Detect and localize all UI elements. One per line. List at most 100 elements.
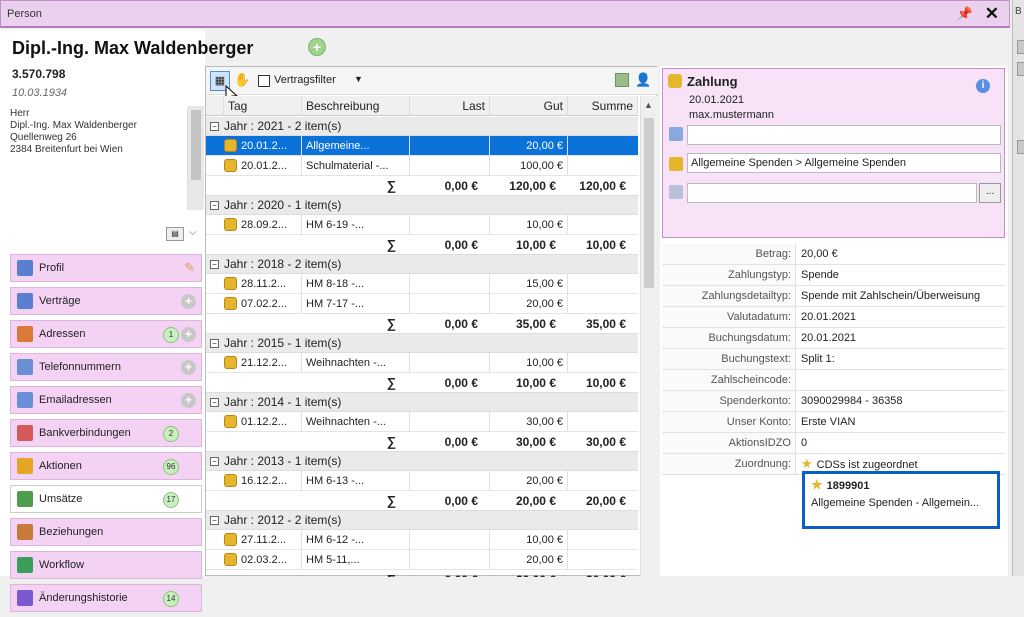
sidebar-item-beziehungen[interactable]: Beziehungen xyxy=(10,518,202,546)
contract-filter-label[interactable]: Vertragsfilter xyxy=(274,74,336,86)
sum-row: ∑ 0,00 € 120,00 € 120,00 € xyxy=(206,176,638,196)
property-value-text: 0 xyxy=(801,437,808,449)
user-icon[interactable]: 👤 xyxy=(635,72,651,88)
group-header-row[interactable]: − Jahr : 2013 - 1 item(s) xyxy=(206,452,638,471)
export-icon[interactable] xyxy=(615,73,629,87)
table-row[interactable]: 02.03.2... HM 5-11,... 20,00 € xyxy=(206,550,638,570)
browse-button[interactable]: ... xyxy=(979,183,1001,203)
sidebar-item-profil[interactable]: Profil ✎ xyxy=(10,254,202,282)
table-row[interactable]: 16.12.2... HM 6-13 -... 20,00 € xyxy=(206,471,638,491)
column-header-beschreibung[interactable]: Beschreibung xyxy=(302,96,410,116)
gut-cell: 20,00 € xyxy=(490,550,568,569)
sidebar-scrollbar[interactable] xyxy=(188,106,204,210)
add-icon[interactable]: + xyxy=(181,393,196,408)
table-row[interactable]: 28.09.2... HM 6-19 -... 10,00 € xyxy=(206,215,638,235)
payment-detail-panel: Zahlung i 20.01.2021 max.mustermann Allg… xyxy=(660,66,1008,576)
column-header-summe[interactable]: Summe xyxy=(568,96,638,116)
property-label: Zahlscheincode: xyxy=(662,370,796,390)
add-icon[interactable]: + xyxy=(181,327,196,342)
sum-gut: 10,00 € xyxy=(515,376,556,390)
transactions-panel: ▦ ✋ Vertragsfilter ▼ 👤 Tag Beschreibung … xyxy=(205,66,658,577)
group-label: Jahr : 2018 - 2 item(s) xyxy=(224,257,342,271)
coins-icon xyxy=(224,159,237,172)
table-row[interactable]: 07.02.2... HM 7-17 -... 20,00 € xyxy=(206,294,638,314)
group-header-row[interactable]: − Jahr : 2014 - 1 item(s) xyxy=(206,393,638,412)
property-value-text: Erste VIAN xyxy=(801,416,856,428)
payment-header-box: Zahlung i 20.01.2021 max.mustermann Allg… xyxy=(662,68,1005,238)
pin-icon[interactable]: 📌 xyxy=(957,6,973,22)
summe-cell xyxy=(568,294,638,313)
chevron-down-icon[interactable]: ⌵ xyxy=(189,227,197,238)
contract-filter-checkbox[interactable] xyxy=(258,75,270,87)
sidebar-item-label: Änderungshistorie xyxy=(39,592,128,604)
collapse-icon[interactable]: − xyxy=(210,200,219,210)
collapse-icon[interactable]: − xyxy=(210,397,219,407)
sidebar-item-bankverbindungen[interactable]: Bankverbindungen 2 xyxy=(10,419,202,447)
property-value: 0 xyxy=(796,433,807,453)
table-row[interactable]: 27.11.2... HM 6-12 -... 10,00 € xyxy=(206,530,638,550)
table-row[interactable]: 20.01.2... Schulmaterial -... 100,00 € xyxy=(206,156,638,176)
sidebar-item-aktionen[interactable]: Aktionen 96 xyxy=(10,452,202,480)
property-row: Valutadatum: 20.01.2021 xyxy=(662,307,1005,328)
sidebar-item-umsätze[interactable]: Umsätze 17 xyxy=(10,485,202,513)
table-row[interactable]: 01.12.2... Weihnachten -... 30,00 € xyxy=(206,412,638,432)
table-row[interactable]: 21.12.2... Weihnachten -... 10,00 € xyxy=(206,353,638,373)
tag-value: 16.12.2... xyxy=(241,474,287,487)
sidebar-item-emailadressen[interactable]: Emailadressen + xyxy=(10,386,202,414)
column-header-tag[interactable]: Tag xyxy=(224,96,302,116)
sidebar-item-änderungshistorie[interactable]: Änderungshistorie 14 xyxy=(10,584,202,612)
info-icon[interactable]: i xyxy=(976,79,990,93)
strip-tab[interactable] xyxy=(1017,62,1024,76)
address-line: Dipl.-Ing. Max Waldenberger xyxy=(10,120,137,131)
description-cell: Allgemeine... xyxy=(302,136,410,155)
group-header-row[interactable]: − Jahr : 2018 - 2 item(s) xyxy=(206,255,638,274)
sum-total: 30,00 € xyxy=(585,435,626,449)
card-view-button[interactable]: ▤ xyxy=(166,227,184,241)
coins-icon xyxy=(668,74,682,88)
description-cell: HM 8-18 -... xyxy=(302,274,410,293)
close-icon[interactable]: ✕ xyxy=(985,4,999,24)
sidebar-item-telefonnummern[interactable]: Telefonnummern + xyxy=(10,353,202,381)
row-spacer xyxy=(206,550,224,569)
payment-field-1[interactable] xyxy=(687,125,1001,145)
strip-tab[interactable] xyxy=(1017,40,1024,54)
assignment-card[interactable]: ★ 1899901 Allgemeine Spenden - Allgemein.… xyxy=(802,471,1000,529)
collapse-icon[interactable]: − xyxy=(210,456,219,466)
collapse-icon[interactable]: − xyxy=(210,259,219,269)
filter-dropdown-icon[interactable]: ▼ xyxy=(354,74,363,84)
sum-last: 0,00 € xyxy=(444,179,478,193)
collapse-icon[interactable]: − xyxy=(210,515,219,525)
group-header-row[interactable]: − Jahr : 2015 - 1 item(s) xyxy=(206,334,638,353)
table-row[interactable]: 20.01.2... Allgemeine... 20,00 € xyxy=(206,136,638,156)
sidebar-item-label: Emailadressen xyxy=(39,394,112,406)
payment-field-3[interactable] xyxy=(687,183,977,203)
summe-cell xyxy=(568,353,638,372)
group-header-row[interactable]: − Jahr : 2020 - 1 item(s) xyxy=(206,196,638,215)
pencil-icon[interactable]: ✎ xyxy=(184,260,195,276)
group-header-row[interactable]: − Jahr : 2021 - 2 item(s) xyxy=(206,117,638,136)
sum-gut: 10,00 € xyxy=(515,238,556,252)
collapse-icon[interactable]: − xyxy=(210,338,219,348)
sidebar-item-adressen[interactable]: Adressen 1 + xyxy=(10,320,202,348)
add-person-icon[interactable]: + xyxy=(308,38,326,56)
property-row: Betrag: 20,00 € xyxy=(662,244,1005,265)
sidebar-nav: Profil ✎ Verträge + Adressen 1 + Telefonnummern… xyxy=(10,254,202,617)
sidebar-item-verträge[interactable]: Verträge + xyxy=(10,287,202,315)
collapse-icon[interactable]: − xyxy=(210,121,219,131)
sum-row: ∑ 0,00 € 30,00 € 30,00 € xyxy=(206,432,638,452)
payment-date: 20.01.2021 xyxy=(689,94,745,106)
profile-icon xyxy=(17,260,33,276)
column-header-gut[interactable]: Gut xyxy=(490,96,568,116)
campaign-field[interactable]: Allgemeine Spenden > Allgemeine Spenden xyxy=(687,153,1001,173)
strip-tab[interactable] xyxy=(1017,140,1024,154)
table-row[interactable]: 28.11.2... HM 8-18 -... 15,00 € xyxy=(206,274,638,294)
group-header-row[interactable]: − Jahr : 2012 - 2 item(s) xyxy=(206,511,638,530)
sidebar-item-label: Umsätze xyxy=(39,493,83,505)
column-header-last[interactable]: Last xyxy=(410,96,490,116)
sidebar-item-workflow[interactable]: Workflow xyxy=(10,551,202,579)
add-icon[interactable]: + xyxy=(181,294,196,309)
add-icon[interactable]: + xyxy=(181,360,196,375)
table-header: Tag Beschreibung Last Gut Summe xyxy=(206,96,638,116)
star-icon: ★ xyxy=(801,456,813,471)
grid-scrollbar[interactable]: ▲ xyxy=(640,96,657,577)
